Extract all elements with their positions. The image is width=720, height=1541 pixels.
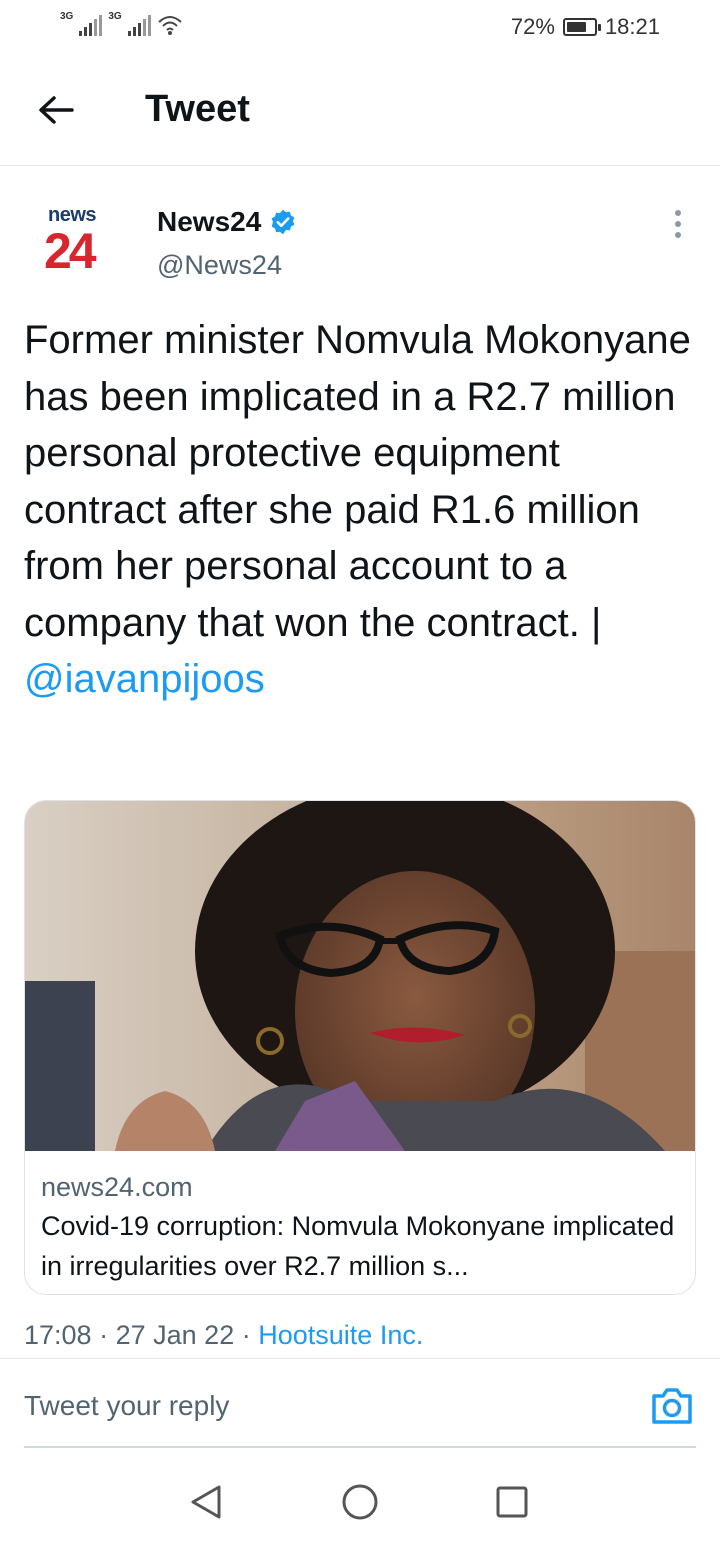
- verified-badge-icon: [271, 209, 295, 235]
- card-title: Covid-19 corruption: Nomvula Mokonyane i…: [41, 1211, 675, 1281]
- reply-bar: [24, 1370, 696, 1448]
- card-domain: news24.com: [41, 1172, 193, 1202]
- signal-icon: [127, 14, 151, 36]
- home-circle-icon: [342, 1484, 378, 1520]
- meta-separator: ·: [241, 1320, 251, 1350]
- handle[interactable]: @News24: [157, 250, 282, 281]
- recents-square-icon: [496, 1486, 528, 1518]
- battery-level: [566, 22, 586, 32]
- tweet-time: 17:08: [24, 1320, 92, 1350]
- divider: [0, 1358, 720, 1359]
- header: Tweet: [0, 56, 720, 166]
- status-left: 3G 3G: [60, 11, 183, 36]
- tweet-text: Former minister Nomvula Mokonyane has be…: [24, 312, 700, 708]
- article-photo: [25, 801, 695, 1151]
- avatar[interactable]: news 24: [40, 204, 120, 284]
- system-back-button[interactable]: [184, 1480, 228, 1524]
- arrow-left-icon: [39, 96, 74, 124]
- battery-percent: 72%: [510, 14, 555, 39]
- tweet-meta: 17:08 · 27 Jan 22 · Hootsuite Inc.: [24, 1320, 423, 1351]
- tweet-date: 27 Jan 22: [115, 1320, 235, 1350]
- status-bar: 3G 3G 72% 18:21: [0, 0, 720, 56]
- more-vertical-icon: [675, 210, 681, 216]
- system-nav-bar: [0, 1460, 720, 1541]
- more-options-button[interactable]: [666, 206, 690, 242]
- clock: 18:21: [604, 14, 660, 39]
- back-button[interactable]: [34, 88, 78, 132]
- display-name-text: News24: [157, 206, 262, 237]
- camera-icon: [652, 1388, 692, 1424]
- tweet-source-link[interactable]: Hootsuite Inc.: [258, 1320, 423, 1350]
- system-recents-button[interactable]: [490, 1480, 534, 1524]
- mention-link[interactable]: @iavanpijoos: [24, 657, 265, 701]
- status-right: 72% 18:21: [511, 14, 660, 40]
- display-name[interactable]: News24: [157, 206, 297, 238]
- tweet-body: Former minister Nomvula Mokonyane has be…: [24, 318, 691, 645]
- back-triangle-icon: [191, 1485, 221, 1519]
- tweet-author-row: news 24 News24 @News24: [0, 166, 720, 306]
- camera-button[interactable]: [650, 1386, 694, 1426]
- wifi-icon: [158, 16, 182, 35]
- battery-icon: [562, 18, 601, 36]
- signal-icon: [79, 14, 103, 36]
- meta-separator: ·: [99, 1320, 109, 1350]
- network-type-1: 3G: [60, 11, 74, 22]
- page-title: Tweet: [145, 88, 250, 130]
- system-home-button[interactable]: [338, 1480, 382, 1524]
- reply-input[interactable]: [24, 1390, 604, 1422]
- avatar-logo-number: 24: [44, 223, 97, 279]
- network-type-2: 3G: [108, 11, 122, 22]
- link-card[interactable]: news24.com Covid-19 corruption: Nomvula …: [24, 800, 696, 1295]
